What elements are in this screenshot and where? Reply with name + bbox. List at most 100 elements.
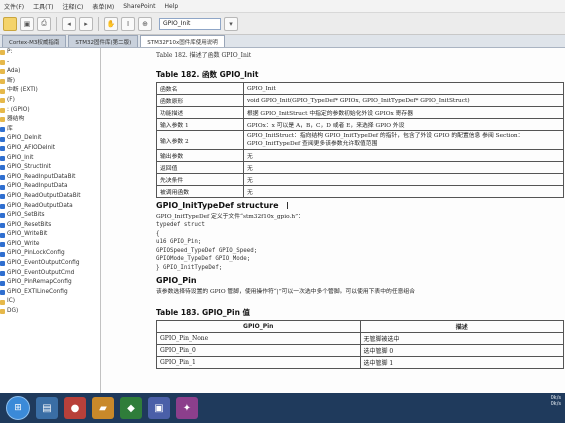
table-row: GPIO_Pin_0 选中管脚 0 bbox=[156, 343, 564, 357]
bookmark-icon bbox=[0, 309, 5, 315]
code-line: GPIOSpeed_TypeDef GPIO_Speed; bbox=[156, 247, 258, 254]
bookmark-item[interactable]: IC) bbox=[0, 297, 100, 307]
bookmark-icon bbox=[0, 270, 5, 276]
struct-heading-text: GPIO_InitTypeDef structure bbox=[156, 201, 279, 210]
save-icon[interactable]: ▣ bbox=[20, 16, 34, 31]
tab-stm32-library[interactable]: STM32固件库(第二版) bbox=[68, 35, 139, 47]
bookmark-icon bbox=[0, 136, 5, 142]
table-row: 输出参数无 bbox=[156, 149, 564, 162]
document-view[interactable]: Table 182. 描述了函数 GPIO_Init Table 182. 函数… bbox=[101, 48, 565, 393]
bookmark-icon bbox=[0, 175, 5, 181]
bookmark-item[interactable]: GPIO_SetBits bbox=[0, 211, 100, 221]
bookmark-icon bbox=[0, 59, 5, 65]
bookmark-item[interactable]: GPIO_EXTILineConfig bbox=[0, 288, 100, 298]
bookmark-icon bbox=[0, 107, 5, 113]
document-page: Table 182. 描述了函数 GPIO_Init Table 182. 函数… bbox=[156, 50, 564, 369]
bookmark-item[interactable]: GPIO_ReadInputDataBit bbox=[0, 173, 100, 183]
toolbar-separator bbox=[98, 16, 99, 31]
tab-cortex-m3[interactable]: Cortex-M3权威指南 bbox=[2, 35, 67, 47]
code-line: GPIOMode_TypeDef GPIO_Mode; bbox=[156, 256, 251, 263]
menu-comment[interactable]: 注释(C) bbox=[63, 2, 84, 11]
code-line: } GPIO_InitTypeDef; bbox=[156, 264, 223, 271]
struct-definition-line: GPIO_InitTypeDef 定义于文件“stm32f10x_gpio.h”… bbox=[156, 214, 304, 220]
menu-form[interactable]: 表单(M) bbox=[92, 2, 114, 11]
app-icon[interactable]: ● bbox=[64, 397, 86, 419]
page-next-icon[interactable]: ▸ bbox=[79, 16, 93, 31]
explorer-icon[interactable]: ▤ bbox=[36, 397, 58, 419]
tab-stm32f10x-library[interactable]: STM32F10x固件库使用说明 bbox=[140, 35, 225, 47]
table-183-title: Table 183. GPIO_Pin 值 bbox=[156, 307, 251, 317]
page-prev-icon[interactable]: ◂ bbox=[62, 16, 76, 31]
bookmark-icon bbox=[0, 79, 5, 85]
menu-help[interactable]: Help bbox=[164, 3, 178, 10]
bookmark-item[interactable]: : (GPIO) bbox=[0, 106, 100, 116]
bookmark-item[interactable]: (F) bbox=[0, 96, 100, 106]
bookmark-icon bbox=[0, 194, 5, 200]
bookmark-item[interactable]: GPIO_EventOutputConfig bbox=[0, 259, 100, 269]
select-tool-icon[interactable]: I bbox=[121, 16, 135, 31]
bookmark-item[interactable]: GPIO_WriteBit bbox=[0, 230, 100, 240]
bookmark-icon bbox=[0, 290, 5, 296]
bookmark-item[interactable]: P: bbox=[0, 48, 100, 58]
gpio-pin-description: 该参数选择待设置的 GPIO 管脚，使用操作符“|”可以一次选中多个管脚。可以使… bbox=[156, 288, 416, 295]
table-row: 先决条件无 bbox=[156, 173, 564, 186]
bookmark-icon bbox=[0, 127, 5, 133]
bookmark-item[interactable]: GPIO_PinRemapConfig bbox=[0, 278, 100, 288]
bookmark-item[interactable]: GPIO_ReadOutputDataBit bbox=[0, 192, 100, 202]
bookmark-icon bbox=[0, 280, 5, 286]
bookmark-item[interactable]: GPIO_Write bbox=[0, 240, 100, 250]
table-row: 返回值无 bbox=[156, 161, 564, 174]
code-line: typedef struct bbox=[156, 222, 205, 228]
bookmark-item[interactable]: GPIO_PinLockConfig bbox=[0, 249, 100, 259]
search-dropdown-icon[interactable]: ▾ bbox=[224, 16, 238, 31]
toolbar-separator bbox=[56, 16, 57, 31]
taskbar: ⊞ ▤ ● ▰ ◆ ▣ ✦ 0k/s 0k/s bbox=[0, 393, 565, 423]
bookmark-item[interactable]: 中断 (EXTI) bbox=[0, 86, 100, 96]
bookmark-item[interactable]: DG) bbox=[0, 307, 100, 317]
bookmark-item[interactable]: GPIO_ResetBits bbox=[0, 221, 100, 231]
bookmark-icon bbox=[0, 299, 5, 305]
bookmark-item[interactable]: 断) bbox=[0, 77, 100, 87]
menu-sharepoint[interactable]: SharePoint bbox=[123, 3, 155, 10]
bookmark-item[interactable]: GPIO_EventOutputCmd bbox=[0, 269, 100, 279]
open-folder-icon[interactable] bbox=[3, 16, 17, 31]
bookmark-icon bbox=[0, 203, 5, 209]
start-button[interactable]: ⊞ bbox=[6, 396, 30, 420]
bookmark-item[interactable]: GPIO_ReadInputData bbox=[0, 182, 100, 192]
table-182-title: Table 182. 函数 GPIO_Init bbox=[156, 70, 259, 79]
bookmark-item[interactable]: GPIO_AFIODeInit bbox=[0, 144, 100, 154]
bookmark-icon bbox=[0, 242, 5, 248]
app-icon[interactable]: ◆ bbox=[120, 397, 142, 419]
bookmark-panel: P: - Ada) 断) 中断 (EXTI) (F) : (GPIO) 器结构 … bbox=[0, 48, 101, 393]
zoom-icon[interactable]: ⊕ bbox=[138, 16, 152, 31]
folder-icon[interactable]: ▰ bbox=[92, 397, 114, 419]
page-header-line: Table 182. 描述了函数 GPIO_Init bbox=[156, 52, 252, 59]
bookmark-icon bbox=[0, 50, 5, 56]
app-icon[interactable]: ✦ bbox=[176, 397, 198, 419]
toolbar: ▣ ⎙ ◂ ▸ ✋ I ⊕ GPIO_Init ▾ bbox=[0, 13, 565, 35]
bookmark-item[interactable]: - bbox=[0, 58, 100, 68]
bookmark-item[interactable]: 器结构 bbox=[0, 115, 100, 125]
search-input[interactable]: GPIO_Init bbox=[159, 17, 221, 30]
menu-tools[interactable]: 工具(T) bbox=[33, 2, 53, 11]
bookmark-item[interactable]: GPIO_DeInit bbox=[0, 134, 100, 144]
bookmark-item[interactable]: GPIO_Init bbox=[0, 154, 100, 164]
bookmark-item[interactable]: Ada) bbox=[0, 67, 100, 77]
menu-file[interactable]: 文件(F) bbox=[4, 2, 24, 11]
bookmark-icon bbox=[0, 98, 5, 104]
bookmark-icon bbox=[0, 222, 5, 228]
pdf-reader-icon[interactable]: ▣ bbox=[148, 397, 170, 419]
bookmark-item[interactable]: GPIO_StructInit bbox=[0, 163, 100, 173]
bookmark-icon bbox=[0, 261, 5, 267]
bookmark-icon bbox=[0, 69, 5, 75]
bookmark-item[interactable]: 库 bbox=[0, 125, 100, 135]
bookmark-icon bbox=[0, 165, 5, 171]
bookmark-icon bbox=[0, 184, 5, 190]
hand-tool-icon[interactable]: ✋ bbox=[104, 16, 118, 31]
table-row: 函数名 GPIO_Init bbox=[156, 82, 564, 95]
bookmark-item[interactable]: GPIO_ReadOutputData bbox=[0, 202, 100, 212]
print-icon[interactable]: ⎙ bbox=[37, 16, 51, 31]
table-182: 函数名 GPIO_Init 函数原形 void GPIO_Init(GPIO_Typ… bbox=[156, 82, 564, 198]
gpio-pin-heading: GPIO_Pin bbox=[156, 275, 197, 285]
table-row: 函数原形 void GPIO_Init(GPIO_TypeDef* GPIOx, … bbox=[156, 94, 564, 107]
